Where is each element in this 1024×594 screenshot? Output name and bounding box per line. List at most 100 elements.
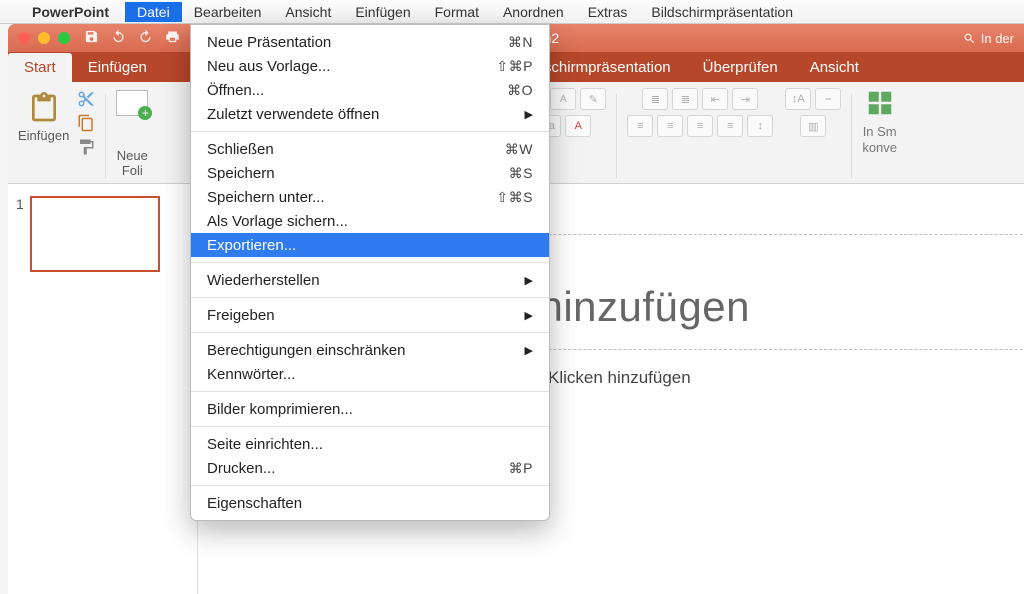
paste-icon[interactable] [28,88,60,128]
copy-icon[interactable] [77,114,95,132]
undo-icon[interactable] [111,29,126,47]
align-text-icon[interactable]: ⎯ [815,88,841,110]
paragraph-group-2: ↕A ⎯ ▥ [779,88,847,182]
save-icon[interactable] [84,29,99,47]
menu-item-shortcut: ⇧⌘P [496,58,533,75]
minimize-icon[interactable] [38,32,50,44]
smartart-label: In Sm konve [862,124,897,155]
decrease-font-icon[interactable]: A [550,88,576,110]
menu-item-berechtigungen-einschr-nken[interactable]: Berechtigungen einschränken▶ [191,338,549,362]
menu-anordnen[interactable]: Anordnen [491,2,576,22]
menu-item-label: Zuletzt verwendete öffnen [207,106,525,123]
menu-item-exportieren[interactable]: Exportieren... [191,233,549,257]
line-spacing-icon[interactable]: ↕ [747,115,773,137]
menu-item-label: Neu aus Vorlage... [207,58,496,75]
app-name: PowerPoint [32,4,109,20]
format-painter-icon[interactable] [77,138,95,156]
paste-label: Einfügen [18,128,69,143]
menu-item-label: Exportieren... [207,237,533,254]
menu-item-neue-pr-sentation[interactable]: Neue Präsentation⌘N [191,30,549,54]
menu-item-shortcut: ⌘W [505,141,533,158]
menu-format[interactable]: Format [423,2,491,22]
close-icon[interactable] [18,32,30,44]
maximize-icon[interactable] [58,32,70,44]
menu-item-speichern[interactable]: Speichern⌘S [191,161,549,185]
menu-extras[interactable]: Extras [576,2,640,22]
menu-item-label: Speichern [207,165,509,182]
menu-item-ffnen[interactable]: Öffnen...⌘O [191,78,549,102]
align-left-icon[interactable]: ≡ [627,115,653,137]
menu-divider [191,262,549,263]
slide-thumbnails: 1 [8,184,198,594]
thumbnail-preview [30,196,160,272]
numbering-icon[interactable]: ≣ [672,88,698,110]
menu-item-wiederherstellen[interactable]: Wiederherstellen▶ [191,268,549,292]
tab-ansicht[interactable]: Ansicht [794,53,875,82]
menu-item-label: Seite einrichten... [207,436,533,453]
menu-item-speichern-unter[interactable]: Speichern unter...⇧⌘S [191,185,549,209]
menu-item-shortcut: ⌘P [509,460,533,477]
menu-item-als-vorlage-sichern[interactable]: Als Vorlage sichern... [191,209,549,233]
search-placeholder: In der [981,31,1014,46]
menu-item-label: Bilder komprimieren... [207,401,533,418]
menu-divider [191,297,549,298]
thumbnail-1[interactable]: 1 [16,196,189,272]
menu-divider [191,131,549,132]
columns-icon[interactable]: ▥ [800,115,826,137]
tab-einfuegen[interactable]: Einfügen [72,53,163,82]
menu-item-label: Drucken... [207,460,509,477]
menu-item-label: Neue Präsentation [207,34,508,51]
menu-divider [191,391,549,392]
align-right-icon[interactable]: ≡ [687,115,713,137]
new-slide-button[interactable]: + [116,90,148,116]
tab-start[interactable]: Start [8,53,72,82]
menu-item-label: Berechtigungen einschränken [207,342,525,359]
print-icon[interactable] [165,29,180,47]
menu-item-kennw-rter[interactable]: Kennwörter... [191,362,549,386]
menu-divider [191,426,549,427]
menu-item-neu-aus-vorlage[interactable]: Neu aus Vorlage...⇧⌘P [191,54,549,78]
menu-item-eigenschaften[interactable]: Eigenschaften [191,491,549,515]
smartart-icon[interactable] [865,88,895,118]
menu-item-label: Schließen [207,141,505,158]
slides-group: + Neue Foli [110,88,154,182]
menu-item-freigeben[interactable]: Freigeben▶ [191,303,549,327]
menu-divider [191,485,549,486]
menu-item-label: Freigeben [207,307,525,324]
menu-ansicht[interactable]: Ansicht [273,2,343,22]
submenu-arrow-icon: ▶ [525,344,533,357]
bullets-icon[interactable]: ≣ [642,88,668,110]
redo-icon[interactable] [138,29,153,47]
font-color-icon[interactable]: A [565,115,591,137]
paragraph-group: ≣ ≣ ⇤ ⇥ ≡ ≡ ≡ ≡ ↕ [621,88,779,182]
menu-divider [191,332,549,333]
menu-item-zuletzt-verwendete-ffnen[interactable]: Zuletzt verwendete öffnen▶ [191,102,549,126]
menu-item-label: Kennwörter... [207,366,533,383]
menu-item-label: Wiederherstellen [207,272,525,289]
menu-bildschirmpraesentation[interactable]: Bildschirmpräsentation [639,2,805,22]
cut-icon[interactable] [77,90,95,108]
text-direction-icon[interactable]: ↕A [785,88,811,110]
mac-menubar: PowerPoint Datei Bearbeiten Ansicht Einf… [0,0,1024,24]
menu-datei[interactable]: Datei [125,2,182,22]
window-controls [18,32,70,44]
menu-bearbeiten[interactable]: Bearbeiten [182,2,274,22]
submenu-arrow-icon: ▶ [525,274,533,287]
decrease-indent-icon[interactable]: ⇤ [702,88,728,110]
menu-item-label: Öffnen... [207,82,507,99]
submenu-arrow-icon: ▶ [525,108,533,121]
increase-indent-icon[interactable]: ⇥ [732,88,758,110]
menu-item-label: Eigenschaften [207,495,533,512]
search-icon [963,32,976,45]
menu-item-drucken[interactable]: Drucken...⌘P [191,456,549,480]
align-center-icon[interactable]: ≡ [657,115,683,137]
menu-item-seite-einrichten[interactable]: Seite einrichten... [191,432,549,456]
clear-format-icon[interactable]: ✎ [580,88,606,110]
submenu-arrow-icon: ▶ [525,309,533,322]
menu-item-bilder-komprimieren[interactable]: Bilder komprimieren... [191,397,549,421]
justify-icon[interactable]: ≡ [717,115,743,137]
search-box[interactable]: In der [963,31,1014,46]
menu-item-schlie-en[interactable]: Schließen⌘W [191,137,549,161]
tab-ueberpruefen[interactable]: Überprüfen [687,53,794,82]
menu-einfuegen[interactable]: Einfügen [343,2,422,22]
